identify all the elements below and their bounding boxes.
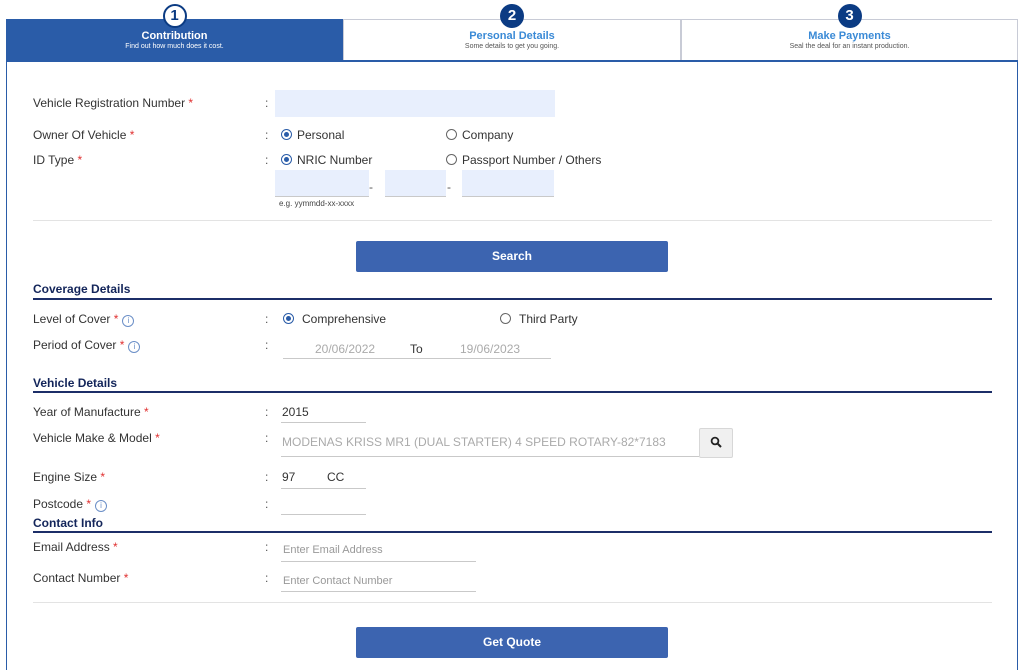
step-subtitle: Some details to get you going.: [464, 43, 560, 50]
divider: [33, 602, 992, 603]
period-of-cover-label: Period of Cover * i: [33, 338, 141, 353]
owner-label: Owner Of Vehicle *: [33, 128, 135, 142]
email-placeholder: Enter Email Address: [283, 544, 383, 556]
nric-hint: e.g. yymmdd-xx-xxxx: [279, 199, 355, 208]
step-subtitle: Find out how much does it cost.: [125, 43, 224, 50]
colon: :: [265, 405, 269, 419]
colon: :: [265, 153, 269, 167]
owner-personal-radio[interactable]: Personal: [281, 128, 344, 142]
id-passport-radio[interactable]: Passport Number / Others: [446, 153, 601, 167]
colon: :: [265, 497, 269, 511]
contact-number-label: Contact Number *: [33, 571, 129, 585]
nric-part2-input[interactable]: [385, 170, 446, 197]
make-model-label: Vehicle Make & Model *: [33, 431, 160, 445]
step-number: 3: [837, 4, 862, 28]
dash: -: [447, 180, 451, 194]
info-icon[interactable]: i: [128, 341, 141, 353]
colon: :: [265, 470, 269, 484]
step-personal-details[interactable]: 2 Personal Details Some details to get y…: [343, 4, 681, 61]
radio-empty-icon: [446, 154, 457, 165]
period-to-label: To: [410, 342, 423, 356]
progress-steps: 1 Contribution Find out how much does it…: [6, 0, 1018, 61]
id-type-label: ID Type *: [33, 153, 83, 167]
get-quote-button[interactable]: Get Quote: [356, 627, 668, 658]
radio-selected-icon: [281, 154, 292, 165]
search-icon: [710, 436, 722, 448]
coverage-section-title: Coverage Details: [33, 282, 131, 296]
cover-third-party-radio[interactable]: Third Party: [500, 312, 578, 326]
engine-size-unit: CC: [327, 470, 345, 484]
colon: :: [265, 128, 269, 142]
cover-comprehensive-radio[interactable]: Comprehensive: [283, 312, 386, 326]
colon: :: [265, 96, 269, 110]
postcode-input[interactable]: [281, 493, 366, 515]
colon: :: [265, 312, 269, 326]
step-contribution[interactable]: 1 Contribution Find out how much does it…: [6, 4, 343, 61]
step-title: Contribution: [141, 30, 208, 42]
make-model-value: MODENAS KRISS MR1 (DUAL STARTER) 4 SPEED…: [282, 435, 666, 449]
section-divider: [33, 298, 992, 300]
colon: :: [265, 431, 269, 445]
step-number: 1: [162, 4, 187, 28]
engine-size-label: Engine Size *: [33, 470, 106, 484]
nric-part1-input[interactable]: [275, 170, 369, 197]
step-make-payments[interactable]: 3 Make Payments Seal the deal for an ins…: [681, 4, 1018, 61]
step-subtitle: Seal the deal for an instant production.: [789, 43, 910, 50]
period-from-value: 20/06/2022: [315, 342, 376, 356]
vehicle-section-title: Vehicle Details: [33, 376, 118, 390]
radio-empty-icon: [500, 313, 511, 324]
search-button[interactable]: Search: [356, 241, 668, 272]
radio-empty-icon: [446, 129, 457, 140]
info-icon[interactable]: i: [122, 315, 135, 327]
year-label: Year of Manufacture *: [33, 405, 149, 419]
make-model-search-button[interactable]: [699, 428, 733, 458]
period-to-value: 19/06/2023: [460, 342, 521, 356]
contact-number-placeholder: Enter Contact Number: [283, 575, 393, 587]
year-value: 2015: [282, 405, 309, 419]
info-icon[interactable]: i: [95, 500, 108, 512]
step-number: 2: [500, 4, 524, 28]
vehicle-reg-label: Vehicle Registration Number *: [33, 96, 194, 110]
vehicle-reg-input[interactable]: [275, 90, 555, 117]
contact-section-title: Contact Info: [33, 516, 103, 530]
level-of-cover-label: Level of Cover * i: [33, 312, 135, 327]
dash: -: [369, 180, 373, 194]
id-nric-radio[interactable]: NRIC Number: [281, 153, 372, 167]
colon: :: [265, 571, 269, 585]
radio-selected-icon: [281, 129, 292, 140]
nric-part3-input[interactable]: [462, 170, 554, 197]
section-divider: [33, 531, 992, 533]
email-label: Email Address *: [33, 540, 118, 554]
postcode-label: Postcode * i: [33, 497, 108, 512]
divider: [33, 220, 992, 221]
colon: :: [265, 338, 269, 352]
colon: :: [265, 540, 269, 554]
section-divider: [33, 391, 992, 393]
step-title: Make Payments: [808, 30, 891, 42]
engine-size-value: 97: [282, 470, 296, 484]
step-title: Personal Details: [469, 30, 555, 42]
radio-selected-icon: [283, 313, 294, 324]
quote-form-panel: [6, 60, 1018, 670]
owner-company-radio[interactable]: Company: [446, 128, 513, 142]
